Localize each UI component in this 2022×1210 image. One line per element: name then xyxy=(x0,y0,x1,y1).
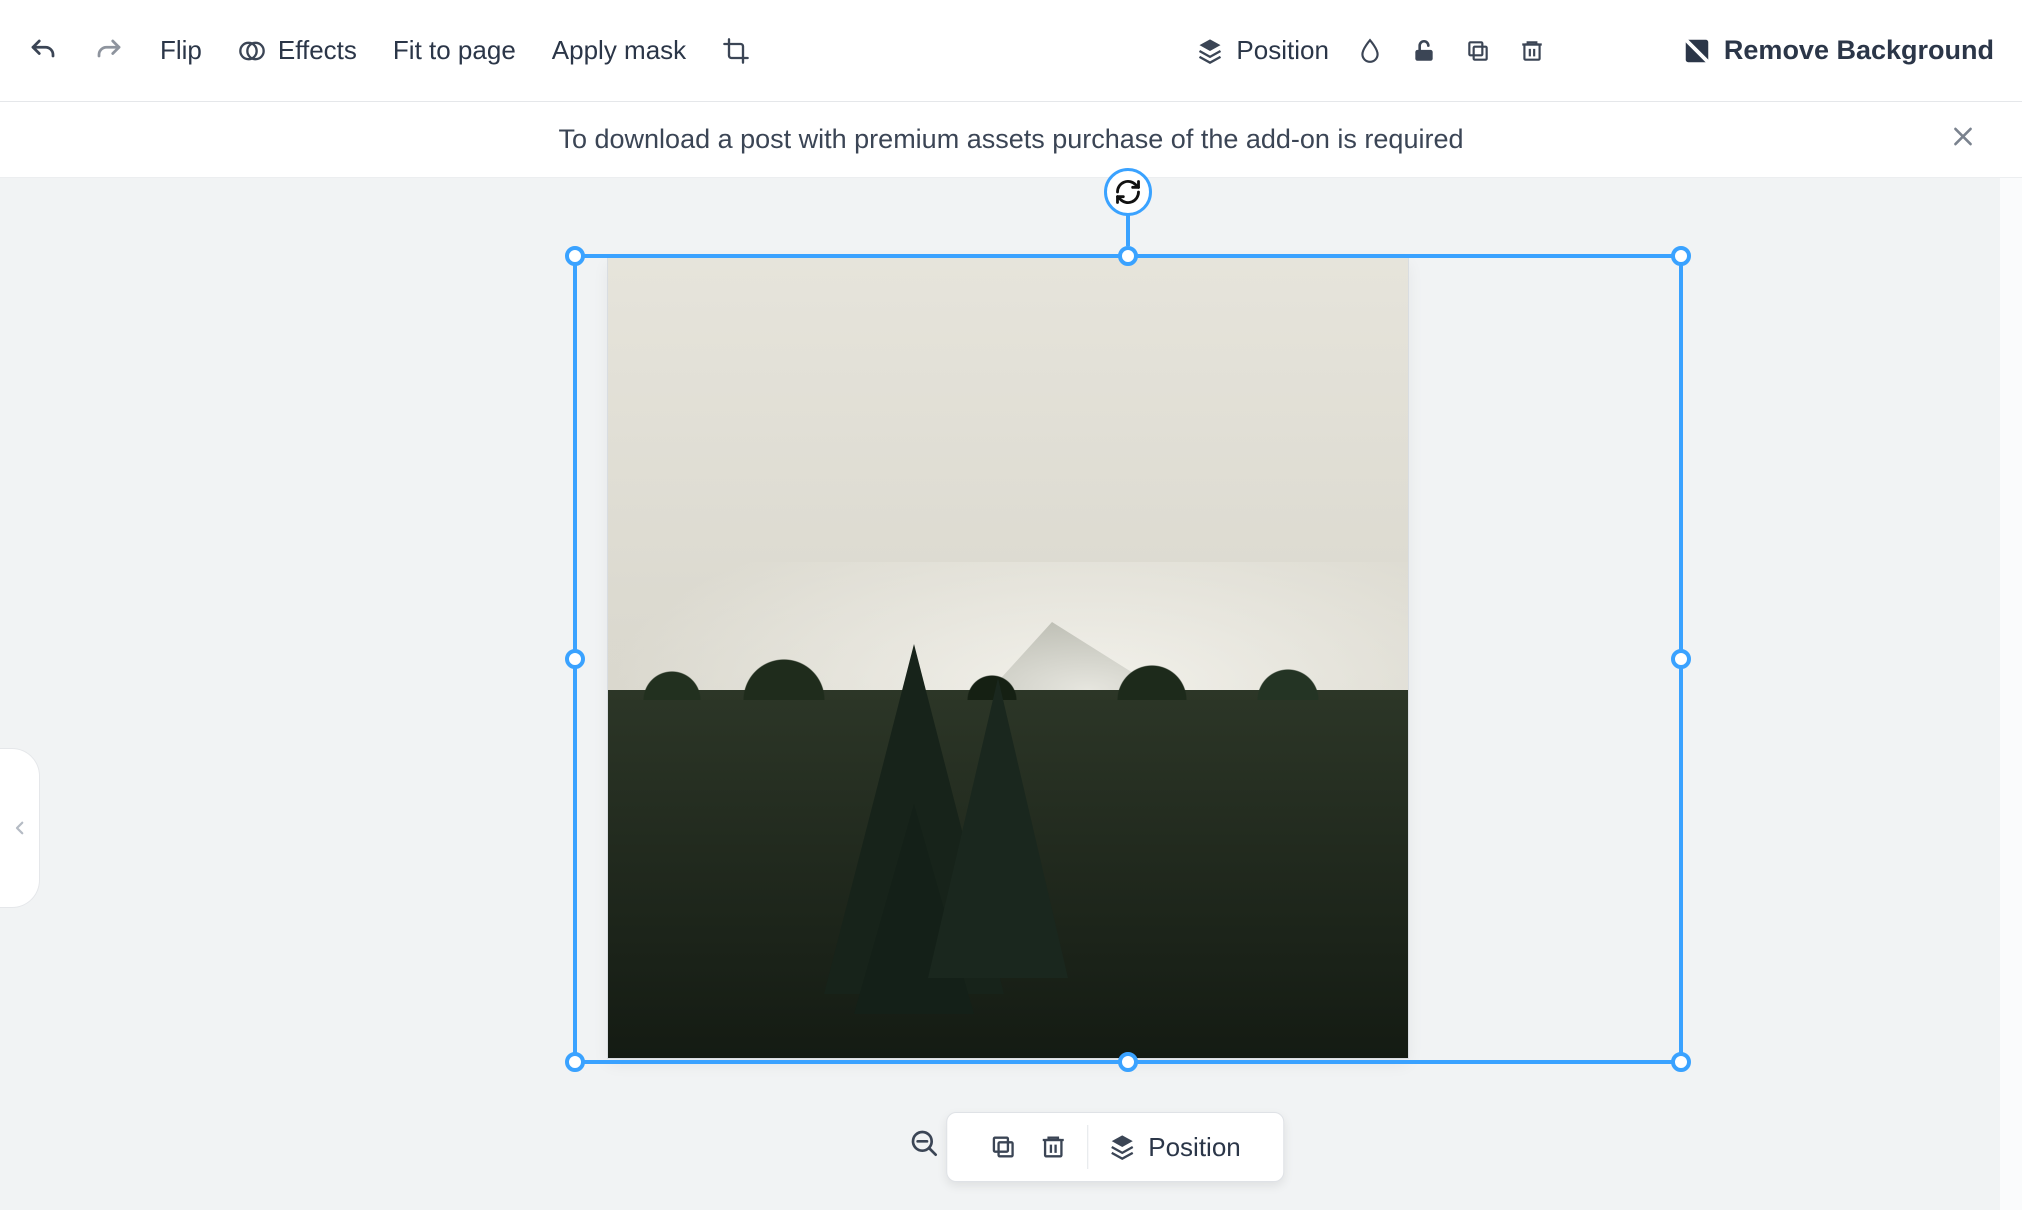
zoom-out-icon xyxy=(909,1128,941,1160)
apply-mask-label: Apply mask xyxy=(552,35,686,66)
fit-to-page-label: Fit to page xyxy=(393,35,516,66)
unlock-icon xyxy=(1411,38,1437,64)
resize-handle-top[interactable] xyxy=(1118,246,1138,266)
resize-handle-left[interactable] xyxy=(565,649,585,669)
vertical-scrollbar[interactable] xyxy=(2000,178,2022,1210)
redo-button[interactable] xyxy=(94,36,124,66)
redo-icon xyxy=(94,36,124,66)
copy-icon xyxy=(989,1133,1017,1161)
float-delete-button[interactable] xyxy=(1039,1133,1067,1161)
effects-icon xyxy=(238,37,266,65)
rotate-icon xyxy=(1114,178,1142,206)
notice-close-button[interactable] xyxy=(1950,123,1976,156)
resize-handle-top-right[interactable] xyxy=(1671,246,1691,266)
fit-to-page-button[interactable]: Fit to page xyxy=(393,35,516,66)
remove-bg-icon xyxy=(1682,36,1712,66)
resize-handle-right[interactable] xyxy=(1671,649,1691,669)
selection-floating-toolbar: Position xyxy=(946,1112,1284,1182)
trash-icon xyxy=(1039,1133,1067,1161)
resize-handle-bottom[interactable] xyxy=(1118,1052,1138,1072)
toolbar-right-group: Position Remove Background xyxy=(1196,35,1994,66)
chevron-left-icon xyxy=(11,814,29,842)
close-icon xyxy=(1950,123,1976,149)
effects-label: Effects xyxy=(278,35,357,66)
float-duplicate-button[interactable] xyxy=(989,1133,1017,1161)
remove-background-label: Remove Background xyxy=(1724,35,1994,66)
position-label: Position xyxy=(1236,35,1329,66)
effects-button[interactable]: Effects xyxy=(238,35,357,66)
delete-button[interactable] xyxy=(1519,38,1545,64)
remove-background-button[interactable]: Remove Background xyxy=(1682,35,1994,66)
lock-button[interactable] xyxy=(1411,38,1437,64)
editor-toolbar: Flip Effects Fit to page Apply mask Posi… xyxy=(0,0,2022,102)
premium-notice-text: To download a post with premium assets p… xyxy=(558,124,1463,155)
layers-icon xyxy=(1108,1133,1136,1161)
layers-icon xyxy=(1196,37,1224,65)
float-position-label: Position xyxy=(1148,1132,1241,1163)
trash-icon xyxy=(1519,38,1545,64)
expand-side-panel-button[interactable] xyxy=(0,748,40,908)
resize-handle-bottom-left[interactable] xyxy=(565,1052,585,1072)
position-button[interactable]: Position xyxy=(1196,35,1329,66)
duplicate-button[interactable] xyxy=(1465,38,1491,64)
resize-handle-top-left[interactable] xyxy=(565,246,585,266)
premium-notice-bar: To download a post with premium assets p… xyxy=(0,102,2022,178)
rotate-handle[interactable] xyxy=(1104,168,1152,216)
opacity-button[interactable] xyxy=(1357,38,1383,64)
apply-mask-button[interactable]: Apply mask xyxy=(552,35,686,66)
resize-handle-bottom-right[interactable] xyxy=(1671,1052,1691,1072)
undo-button[interactable] xyxy=(28,36,58,66)
droplet-icon xyxy=(1357,38,1383,64)
crop-button[interactable] xyxy=(722,37,750,65)
selection-bounding-box[interactable] xyxy=(573,254,1683,1064)
flip-label: Flip xyxy=(160,35,202,66)
toolbar-left-group: Flip Effects Fit to page Apply mask xyxy=(28,35,750,66)
float-position-button[interactable]: Position xyxy=(1108,1132,1241,1163)
flip-button[interactable]: Flip xyxy=(160,35,202,66)
copy-icon xyxy=(1465,38,1491,64)
undo-icon xyxy=(28,36,58,66)
editor-canvas[interactable]: Position xyxy=(0,178,2022,1210)
crop-icon xyxy=(722,37,750,65)
